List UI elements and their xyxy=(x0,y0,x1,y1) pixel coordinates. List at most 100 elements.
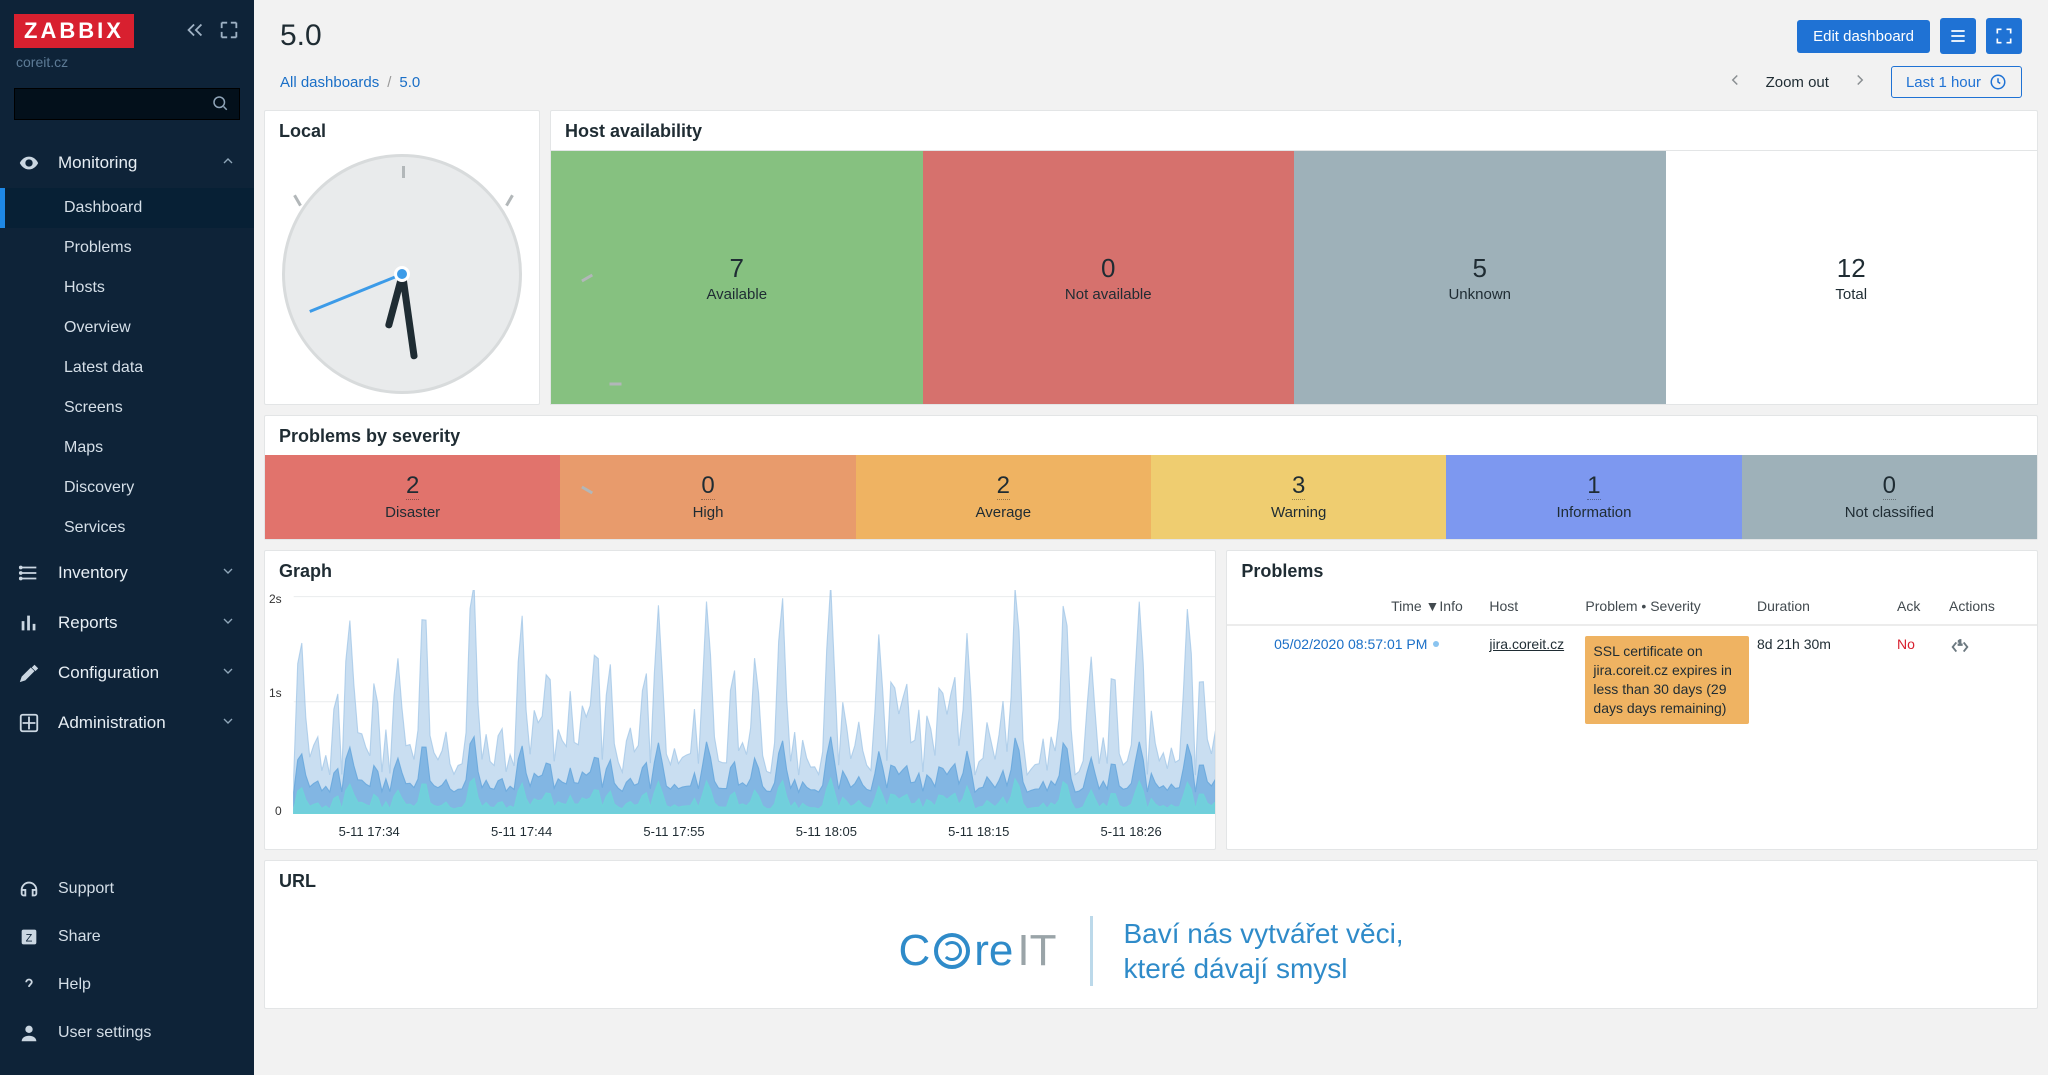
clock-icon xyxy=(1989,73,2007,91)
col-duration[interactable]: Duration xyxy=(1757,598,1897,614)
time-range-picker[interactable]: Last 1 hour xyxy=(1891,66,2022,98)
nav-section-monitoring[interactable]: Monitoring xyxy=(0,138,254,188)
logo[interactable]: ZABBIX xyxy=(14,14,134,48)
severity-average[interactable]: 2Average xyxy=(856,455,1151,539)
problem-time[interactable]: 05/02/2020 08:57:01 PM xyxy=(1239,636,1439,652)
widget-problems-by-severity: Problems by severity 2Disaster 0High 2Av… xyxy=(264,415,2038,540)
widget-availability-title: Host availability xyxy=(550,110,2038,150)
main: 5.0 Edit dashboard All dashboards / 5.0 … xyxy=(254,0,2048,1075)
severity-not-classified[interactable]: 0Not classified xyxy=(1742,455,2037,539)
sidebar: ZABBIX coreit.cz Monitoring DashboardPro… xyxy=(0,0,254,1075)
footer-support[interactable]: Support xyxy=(0,865,254,913)
analog-clock xyxy=(282,154,522,394)
collapse-sidebar-icon[interactable] xyxy=(184,19,206,44)
edit-dashboard-button[interactable]: Edit dashboard xyxy=(1797,20,1930,53)
chevron-down-icon xyxy=(220,563,236,584)
widget-url: URL C re IT Baví nás vytvářet věci, kter… xyxy=(264,860,2038,1009)
time-next-icon[interactable] xyxy=(1851,71,1869,93)
nav-item-maps[interactable]: Maps xyxy=(0,428,254,468)
help-icon xyxy=(18,974,40,996)
nav-section-inventory[interactable]: Inventory xyxy=(0,548,254,598)
fullscreen-button[interactable] xyxy=(1986,18,2022,54)
availability-unknown[interactable]: 5Unknown xyxy=(1294,151,1666,404)
chevron-down-icon xyxy=(220,613,236,634)
graph-xtick: 5-11 18:15 xyxy=(948,824,1009,839)
footer-user-settings[interactable]: User settings xyxy=(0,1009,254,1057)
graph-xtick: 5-11 17:55 xyxy=(643,824,704,839)
problem-row: 05/02/2020 08:57:01 PM jira.coreit.cz SS… xyxy=(1227,625,2037,734)
nav-section-configuration[interactable]: Configuration xyxy=(0,648,254,698)
severity-information[interactable]: 1Information xyxy=(1446,455,1741,539)
inventory-icon xyxy=(18,562,40,584)
problem-actions-icon[interactable]: 1 xyxy=(1949,636,2025,661)
widget-severity-title: Problems by severity xyxy=(265,416,2037,455)
monitoring-icon xyxy=(18,152,40,174)
breadcrumb-root[interactable]: All dashboards xyxy=(280,74,379,91)
col-ack[interactable]: Ack xyxy=(1897,598,1949,614)
widget-problems-title: Problems xyxy=(1227,551,2037,590)
footer-share[interactable]: Z Share xyxy=(0,913,254,961)
kiosk-toggle-icon[interactable] xyxy=(218,19,240,44)
time-prev-icon[interactable] xyxy=(1726,71,1744,93)
coreit-o-icon xyxy=(934,933,970,969)
col-problem[interactable]: Problem • Severity xyxy=(1585,598,1757,614)
graph-ytick: 2s xyxy=(269,592,282,606)
problem-duration: 8d 21h 30m xyxy=(1757,636,1897,652)
col-host[interactable]: Host xyxy=(1489,598,1585,614)
widget-clock: Local xyxy=(264,110,540,405)
chevron-down-icon xyxy=(220,713,236,734)
col-actions[interactable]: Actions xyxy=(1949,598,2025,614)
svg-text:Z: Z xyxy=(26,933,33,945)
severity-high[interactable]: 0High xyxy=(560,455,855,539)
col-info[interactable]: Info xyxy=(1439,598,1489,614)
widget-problems: Problems Time ▼ Info Host Problem • Seve… xyxy=(1226,550,2038,850)
nav-item-dashboard[interactable]: Dashboard xyxy=(0,188,254,228)
graph-xtick: 5-11 18:05 xyxy=(796,824,857,839)
availability-not-available[interactable]: 0Not available xyxy=(923,151,1295,404)
severity-disaster[interactable]: 2Disaster xyxy=(265,455,560,539)
nav-item-discovery[interactable]: Discovery xyxy=(0,468,254,508)
reports-icon xyxy=(18,612,40,634)
breadcrumb-sep: / xyxy=(387,74,391,91)
zoom-out-button[interactable]: Zoom out xyxy=(1766,74,1829,91)
nav-item-overview[interactable]: Overview xyxy=(0,308,254,348)
configuration-icon xyxy=(18,662,40,684)
graph-xtick: 5-11 17:34 xyxy=(339,824,400,839)
problem-host[interactable]: jira.coreit.cz xyxy=(1489,636,1585,652)
nav-item-services[interactable]: Services xyxy=(0,508,254,548)
problem-message[interactable]: SSL certificate on jira.coreit.cz expire… xyxy=(1585,636,1749,724)
nav-section-administration[interactable]: Administration xyxy=(0,698,254,748)
administration-icon xyxy=(18,712,40,734)
nav-item-problems[interactable]: Problems xyxy=(0,228,254,268)
nav-item-screens[interactable]: Screens xyxy=(0,388,254,428)
availability-total[interactable]: 12Total xyxy=(1666,151,2038,404)
graph-xtick: 5-11 18:26 xyxy=(1101,824,1162,839)
site-host: coreit.cz xyxy=(0,54,254,80)
support-icon xyxy=(18,878,40,900)
col-time[interactable]: Time ▼ xyxy=(1239,598,1439,614)
sidebar-search[interactable] xyxy=(14,88,240,120)
search-input[interactable] xyxy=(25,96,211,112)
coreit-logo[interactable]: C re IT xyxy=(898,926,1056,976)
time-range-label: Last 1 hour xyxy=(1906,74,1981,91)
nav-section-reports[interactable]: Reports xyxy=(0,598,254,648)
nav-item-hosts[interactable]: Hosts xyxy=(0,268,254,308)
footer-help[interactable]: Help xyxy=(0,961,254,1009)
widget-graph-title: Graph xyxy=(265,551,1215,590)
svg-text:1: 1 xyxy=(1958,639,1962,648)
widget-url-title: URL xyxy=(265,861,2037,900)
availability-available[interactable]: 7Available xyxy=(551,151,923,404)
user-settings-icon xyxy=(18,1022,40,1044)
widget-graph: Graph 2s 1s 0 5-11 17:345-11 17:445-11 1… xyxy=(264,550,1216,850)
breadcrumb-current[interactable]: 5.0 xyxy=(399,74,420,91)
page-title: 5.0 xyxy=(280,19,322,53)
graph-ytick: 1s xyxy=(269,686,282,700)
nav-item-latest-data[interactable]: Latest data xyxy=(0,348,254,388)
chevron-down-icon xyxy=(220,663,236,684)
graph-ytick: 0 xyxy=(275,804,282,818)
hamburger-menu-button[interactable] xyxy=(1940,18,1976,54)
search-icon[interactable] xyxy=(211,94,229,115)
problem-ack[interactable]: No xyxy=(1897,636,1949,652)
coreit-slogan: Baví nás vytvářet věci, které dávají smy… xyxy=(1090,916,1403,986)
severity-warning[interactable]: 3Warning xyxy=(1151,455,1446,539)
